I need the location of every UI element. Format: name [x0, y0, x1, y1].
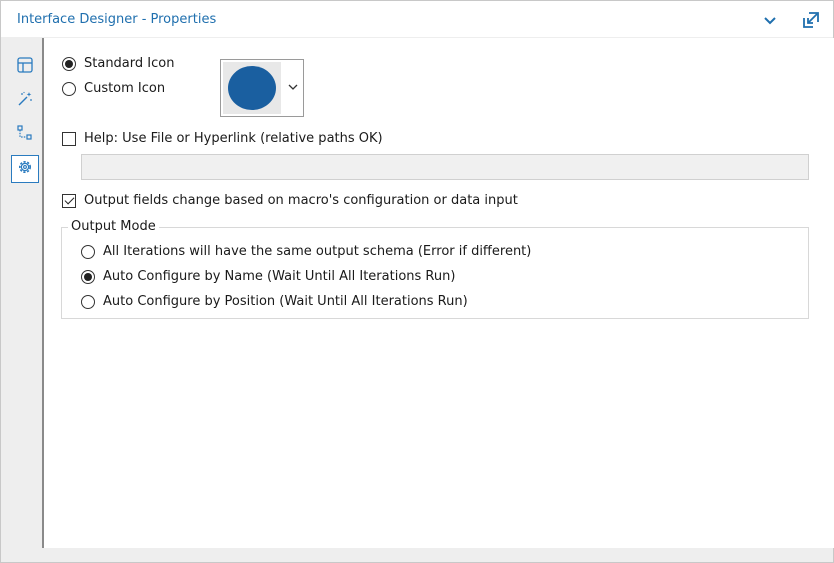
output-mode-label-by-position: Auto Configure by Position (Wait Until A… [103, 294, 468, 309]
custom-icon-radio[interactable] [62, 82, 76, 96]
tree-icon [16, 124, 34, 146]
help-path-input[interactable] [81, 154, 809, 180]
gear-icon [16, 158, 34, 180]
sidebar-tab-layout[interactable] [11, 53, 39, 81]
properties-window: Interface Designer - Properties Standard… [0, 0, 834, 563]
help-label: Help: Use File or Hyperlink (relative pa… [84, 131, 383, 146]
pop-out-icon[interactable] [801, 10, 821, 30]
output-mode-radio-by-name[interactable] [81, 270, 95, 284]
layout-icon [16, 56, 34, 78]
sidebar-tab-tree[interactable] [11, 121, 39, 149]
bottom-strip [42, 548, 833, 562]
chevron-down-icon[interactable] [760, 10, 780, 30]
icon-preview [223, 62, 281, 114]
custom-icon-label: Custom Icon [84, 81, 166, 96]
magic-wand-icon [16, 90, 34, 112]
output-fields-checkbox[interactable] [62, 194, 76, 208]
standard-icon-label: Standard Icon [84, 56, 175, 71]
circle-icon [228, 66, 276, 110]
sidebar [1, 38, 41, 548]
sidebar-tab-magic[interactable] [11, 87, 39, 115]
title-bar: Interface Designer - Properties [1, 1, 833, 37]
output-mode-legend: Output Mode [68, 219, 159, 234]
output-mode-radio-same-schema[interactable] [81, 245, 95, 259]
icon-picker-dropdown[interactable] [220, 59, 304, 117]
help-checkbox[interactable] [62, 132, 76, 146]
output-mode-label-by-name: Auto Configure by Name (Wait Until All I… [103, 269, 456, 284]
sidebar-tab-settings[interactable] [11, 155, 39, 183]
output-mode-label-same-schema: All Iterations will have the same output… [103, 244, 532, 259]
chevron-down-icon [287, 81, 299, 93]
output-mode-radio-by-position[interactable] [81, 295, 95, 309]
output-mode-group: Output Mode All Iterations will have the… [61, 219, 809, 319]
output-fields-label: Output fields change based on macro's co… [84, 193, 518, 208]
window-title: Interface Designer - Properties [17, 12, 217, 27]
properties-panel: Standard Icon Custom Icon Help: Use File… [42, 38, 834, 548]
standard-icon-radio[interactable] [62, 57, 76, 71]
